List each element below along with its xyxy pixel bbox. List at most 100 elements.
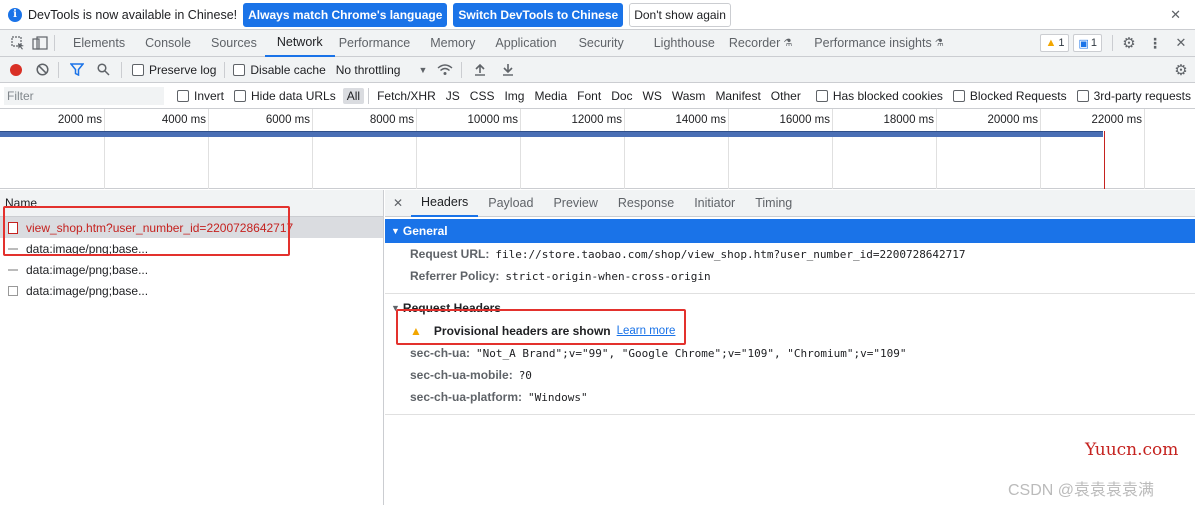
tab-preview[interactable]: Preview bbox=[543, 190, 607, 217]
request-headers-title: Request Headers bbox=[402, 301, 501, 315]
divider bbox=[461, 61, 463, 78]
blocked-requests-checkbox[interactable]: Blocked Requests bbox=[952, 89, 1067, 103]
divider bbox=[385, 414, 1195, 415]
invert-checkbox[interactable]: Invert bbox=[177, 89, 224, 103]
checkbox-box[interactable] bbox=[233, 63, 246, 76]
tab-performance-insights[interactable]: Performance insights ⚗ bbox=[800, 30, 951, 57]
messages-badge[interactable]: ▣ 1 bbox=[1073, 34, 1102, 52]
checkbox-box[interactable] bbox=[815, 89, 828, 102]
tab-security[interactable]: Security bbox=[565, 30, 632, 57]
throttling-select[interactable]: No throttling ▼ bbox=[336, 63, 428, 77]
tab-performance[interactable]: Performance bbox=[335, 30, 419, 57]
filter-type-wasm[interactable]: Wasm bbox=[668, 88, 710, 104]
warnings-badge[interactable]: ▲ 1 bbox=[1040, 34, 1070, 52]
flask-icon: ⚗ bbox=[934, 37, 944, 49]
timeline-gridline bbox=[208, 109, 209, 189]
timeline-load-marker bbox=[1104, 131, 1105, 189]
filter-icon[interactable] bbox=[69, 62, 85, 78]
expand-triangle-icon: ▼ bbox=[391, 303, 400, 313]
filter-type-doc[interactable]: Doc bbox=[607, 88, 636, 104]
tab-payload[interactable]: Payload bbox=[478, 190, 543, 217]
timeline-gridline bbox=[832, 109, 833, 189]
filter-input[interactable]: Filter bbox=[4, 86, 164, 105]
disable-cache-checkbox[interactable]: Disable cache bbox=[233, 63, 326, 77]
filter-type-font[interactable]: Font bbox=[573, 88, 605, 104]
preserve-log-checkbox[interactable]: Preserve log bbox=[132, 63, 216, 77]
divider bbox=[368, 87, 370, 104]
request-url-label: Request URL: bbox=[410, 247, 490, 261]
tab-lighthouse[interactable]: Lighthouse bbox=[632, 30, 723, 57]
request-row[interactable]: data:image/png;base... bbox=[0, 259, 383, 280]
filter-type-js[interactable]: JS bbox=[442, 88, 464, 104]
hide-data-urls-checkbox[interactable]: Hide data URLs bbox=[234, 89, 336, 103]
tab-elements[interactable]: Elements bbox=[61, 30, 133, 57]
tab-recorder-label: Recorder bbox=[728, 36, 781, 50]
always-match-language-button[interactable]: Always match Chrome's language bbox=[243, 2, 448, 27]
network-toolbar: Preserve log Disable cache No throttling… bbox=[0, 57, 1195, 83]
filter-type-img[interactable]: Img bbox=[500, 88, 528, 104]
tab-recorder[interactable]: Recorder ⚗ bbox=[723, 30, 800, 57]
tab-response[interactable]: Response bbox=[608, 190, 684, 217]
filter-type-css[interactable]: CSS bbox=[466, 88, 499, 104]
request-url-value: file://store.taobao.com/shop/view_shop.h… bbox=[495, 247, 966, 261]
general-title: General bbox=[402, 224, 448, 238]
tab-console[interactable]: Console bbox=[133, 30, 199, 57]
divider bbox=[385, 293, 1195, 294]
filter-type-all[interactable]: All bbox=[342, 87, 365, 104]
filter-type-fetch-xhr[interactable]: Fetch/XHR bbox=[373, 88, 440, 104]
dont-show-again-button[interactable]: Don't show again bbox=[629, 2, 731, 27]
tab-sources[interactable]: Sources bbox=[199, 30, 265, 57]
learn-more-link[interactable]: Learn more bbox=[617, 325, 676, 337]
tab-network[interactable]: Network bbox=[264, 30, 335, 57]
tab-initiator[interactable]: Initiator bbox=[684, 190, 745, 217]
request-row[interactable]: view_shop.htm?user_number_id=22007286427… bbox=[0, 217, 383, 238]
checkbox-box[interactable] bbox=[132, 63, 144, 76]
checkbox-box[interactable] bbox=[234, 89, 247, 102]
filter-type-manifest[interactable]: Manifest bbox=[711, 88, 764, 104]
tab-memory[interactable]: Memory bbox=[418, 30, 483, 57]
divider bbox=[54, 35, 55, 51]
more-options-icon[interactable]: ⋮ bbox=[1147, 35, 1163, 51]
timeline-tick-label: 12000 ms bbox=[571, 114, 622, 126]
tab-timing[interactable]: Timing bbox=[745, 190, 802, 217]
settings-gear-icon[interactable]: ⚙ bbox=[1121, 35, 1137, 52]
switch-to-chinese-button[interactable]: Switch DevTools to Chinese bbox=[453, 2, 624, 27]
inspect-element-icon[interactable] bbox=[10, 35, 26, 51]
network-conditions-icon[interactable] bbox=[437, 62, 453, 78]
expand-triangle-icon: ▼ bbox=[391, 226, 400, 236]
import-har-icon[interactable] bbox=[472, 62, 488, 78]
close-devtools-icon[interactable]: ✕ bbox=[1173, 35, 1189, 51]
record-icon[interactable] bbox=[10, 63, 22, 76]
name-column-header[interactable]: Name bbox=[0, 190, 383, 217]
checkbox-box[interactable] bbox=[1076, 89, 1089, 102]
timeline-gridline bbox=[624, 109, 625, 189]
has-blocked-cookies-checkbox[interactable]: Has blocked cookies bbox=[815, 89, 943, 103]
tab-application[interactable]: Application bbox=[483, 30, 564, 57]
timeline-overview[interactable]: 2000 ms 4000 ms 6000 ms 8000 ms 10000 ms… bbox=[0, 109, 1195, 189]
timeline-tick-label: 20000 ms bbox=[987, 114, 1038, 126]
request-name: data:image/png;base... bbox=[26, 262, 149, 277]
requests-panel: Name view_shop.htm?user_number_id=220072… bbox=[0, 190, 384, 505]
network-settings-gear-icon[interactable]: ⚙ bbox=[1173, 62, 1189, 79]
header-key: sec-ch-ua-platform: bbox=[410, 390, 523, 404]
request-headers-section-header[interactable]: ▼ Request Headers bbox=[385, 296, 1195, 320]
checkbox-box[interactable] bbox=[177, 89, 189, 102]
warning-icon: ▲ bbox=[410, 324, 422, 338]
search-icon[interactable] bbox=[95, 62, 111, 78]
close-detail-icon[interactable]: ✕ bbox=[385, 196, 411, 210]
checkbox-box[interactable] bbox=[952, 89, 965, 102]
request-row[interactable]: data:image/png;base... bbox=[0, 280, 383, 301]
infobar-close-icon[interactable]: ✕ bbox=[1170, 7, 1181, 23]
tab-headers[interactable]: Headers bbox=[411, 190, 479, 217]
filter-type-ws[interactable]: WS bbox=[639, 88, 666, 104]
filter-type-other[interactable]: Other bbox=[767, 88, 805, 104]
clear-icon[interactable] bbox=[34, 62, 50, 78]
request-row[interactable]: data:image/png;base... bbox=[0, 238, 383, 259]
filter-type-media[interactable]: Media bbox=[530, 88, 571, 104]
device-toolbar-icon[interactable] bbox=[32, 35, 48, 51]
image-icon bbox=[8, 247, 18, 250]
third-party-requests-checkbox[interactable]: 3rd-party requests bbox=[1076, 89, 1191, 103]
export-har-icon[interactable] bbox=[500, 62, 516, 78]
general-section-header[interactable]: ▼ General bbox=[385, 219, 1195, 243]
chevron-down-icon: ▼ bbox=[418, 64, 428, 75]
